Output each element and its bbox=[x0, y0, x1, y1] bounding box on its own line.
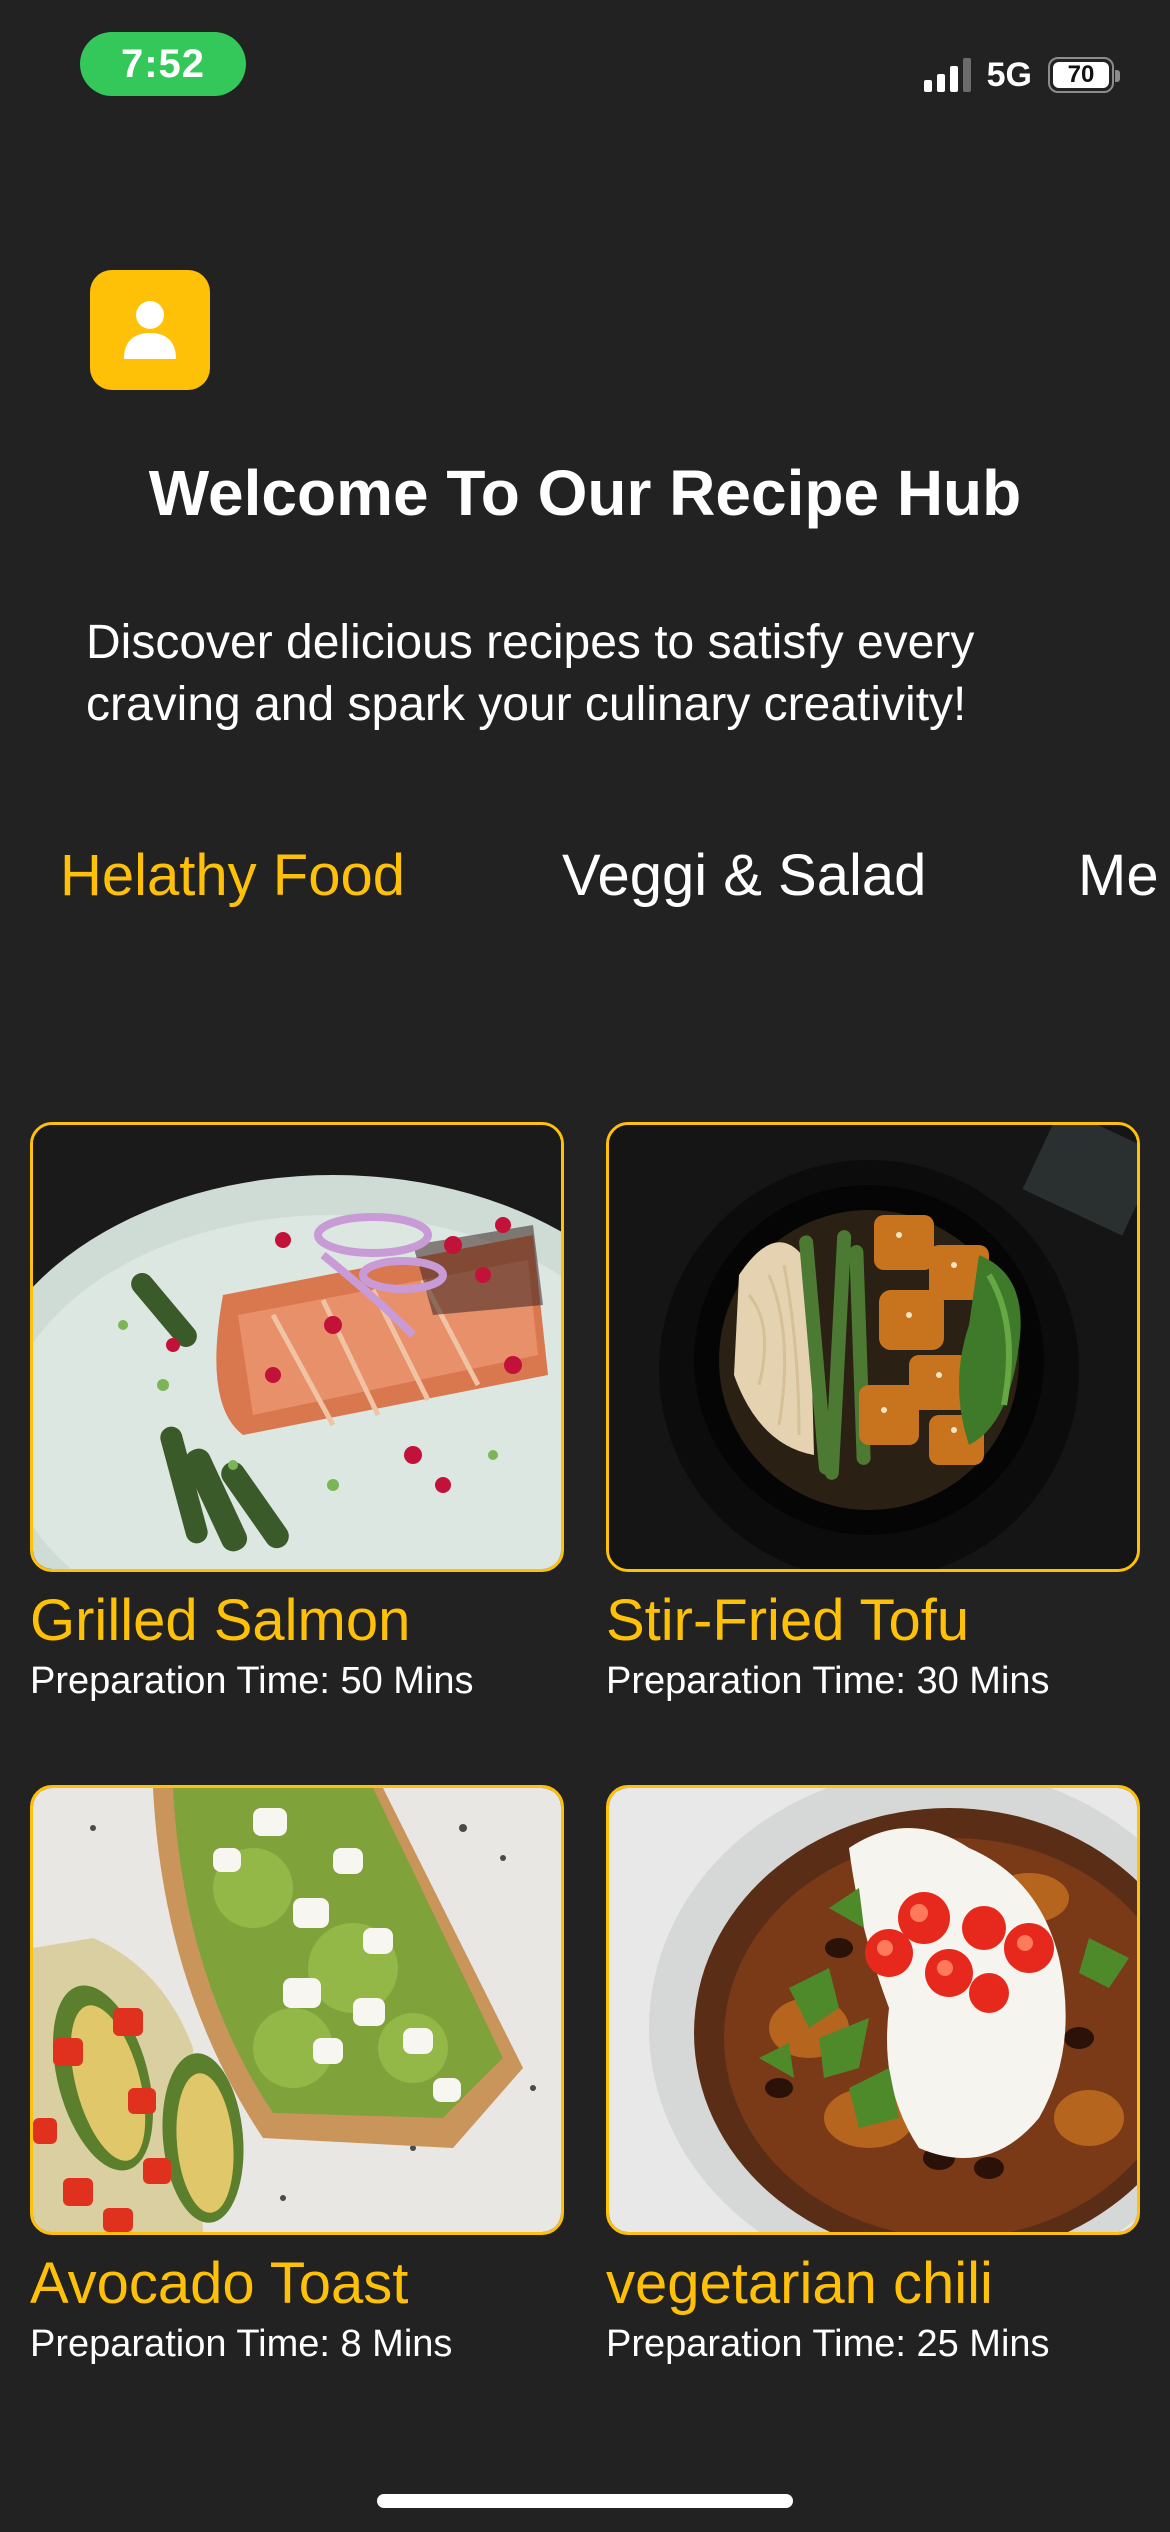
category-tabs: Helathy Food Veggi & Salad Me bbox=[0, 836, 1170, 916]
grilled-salmon-image[interactable] bbox=[30, 1122, 564, 1572]
recipe-name: Avocado Toast bbox=[30, 2251, 409, 2316]
recipe-prep-time: Preparation Time: 25 Mins bbox=[606, 2323, 1050, 2365]
recipe-card[interactable]: Stir-Fried Tofu Preparation Time: 30 Min… bbox=[606, 1122, 1140, 1704]
recipe-name: Grilled Salmon bbox=[30, 1588, 411, 1653]
tab-veggi-salad[interactable]: Veggi & Salad bbox=[562, 836, 926, 916]
battery-level: 70 bbox=[1067, 61, 1095, 88]
user-icon bbox=[124, 301, 176, 359]
recipe-card[interactable]: Avocado Toast Preparation Time: 8 Mins bbox=[30, 1785, 564, 2367]
recipe-prep-time: Preparation Time: 50 Mins bbox=[30, 1660, 474, 1702]
recipe-prep-time: Preparation Time: 30 Mins bbox=[606, 1660, 1050, 1702]
recipe-card[interactable]: vegetarian chili Preparation Time: 25 Mi… bbox=[606, 1785, 1140, 2367]
cellular-signal-icon bbox=[923, 58, 971, 92]
recipe-name: vegetarian chili bbox=[606, 2251, 993, 2316]
avocado-toast-image[interactable] bbox=[30, 1785, 564, 2235]
network-type: 5G bbox=[986, 55, 1032, 94]
page-title: Welcome To Our Recipe Hub bbox=[148, 457, 1022, 529]
tab-healthy-food[interactable]: Helathy Food bbox=[60, 836, 405, 916]
recipe-card[interactable]: Grilled Salmon Preparation Time: 50 Mins bbox=[30, 1122, 564, 1704]
home-indicator[interactable] bbox=[377, 2494, 793, 2508]
recipe-prep-time: Preparation Time: 8 Mins bbox=[30, 2323, 453, 2365]
status-indicators: 5G 70 bbox=[923, 50, 1120, 100]
battery-icon: 70 bbox=[1048, 57, 1120, 93]
recipe-name: Stir-Fried Tofu bbox=[606, 1588, 970, 1653]
page-subtitle: Discover delicious recipes to satisfy ev… bbox=[86, 616, 975, 731]
profile-button[interactable] bbox=[90, 270, 210, 390]
vegetarian-chili-image[interactable] bbox=[606, 1785, 1140, 2235]
tab-partial-category[interactable]: Me bbox=[1078, 836, 1159, 916]
status-time: 7:52 bbox=[80, 32, 246, 96]
stir-fried-tofu-image[interactable] bbox=[606, 1122, 1140, 1572]
